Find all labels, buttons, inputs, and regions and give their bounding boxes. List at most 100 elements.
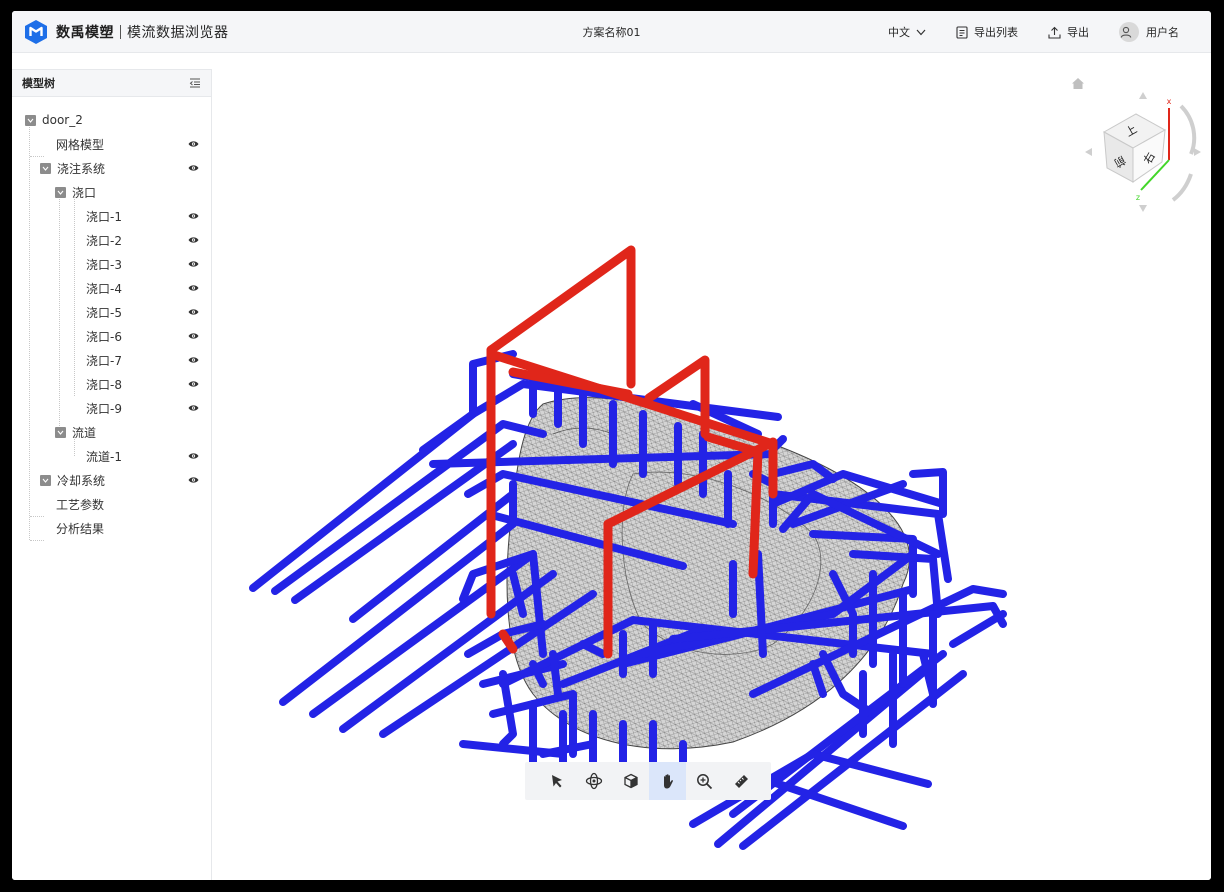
tree-node-label: door_2 <box>42 113 83 127</box>
tree-node-analysis-results[interactable]: 分析结果 <box>12 516 211 540</box>
visibility-eye-icon[interactable] <box>188 259 199 269</box>
collapse-toggle-icon[interactable] <box>40 474 51 486</box>
user-menu[interactable]: 用户名 <box>1119 22 1179 42</box>
rotate-down-arrow-icon[interactable] <box>1139 205 1147 212</box>
header-actions: 中文 导出列表 导出 用户名 <box>858 11 1179 53</box>
rotate-right-arrow-icon[interactable] <box>1194 148 1201 156</box>
collapse-toggle-icon[interactable] <box>25 114 36 126</box>
select-tool-button[interactable] <box>538 762 575 800</box>
tree-node-gate[interactable]: 浇口-6 <box>12 324 211 348</box>
visibility-eye-icon[interactable] <box>188 283 199 293</box>
language-selector[interactable]: 中文 <box>888 24 926 40</box>
cursor-arrow-icon <box>551 775 562 788</box>
brand: 数禹模塑 模流数据浏览器 <box>24 19 229 45</box>
model-tree-panel: 模型树 door_2 网格模型 浇注系统 浇口 浇口-1 浇口-2 浇口-3 浇… <box>12 69 212 880</box>
tree-node-label: 浇口-1 <box>86 209 122 224</box>
pan-tool-button[interactable] <box>649 762 686 800</box>
tree-node-runner-1[interactable]: 流道-1 <box>12 444 211 468</box>
tree-node-gate[interactable]: 浇口-5 <box>12 300 211 324</box>
tree-node-runner-group[interactable]: 流道 <box>12 420 211 444</box>
visibility-eye-icon[interactable] <box>188 235 199 245</box>
visibility-eye-icon[interactable] <box>188 139 199 149</box>
visibility-eye-icon[interactable] <box>188 379 199 389</box>
ruler-measure-icon <box>735 774 748 788</box>
tree-node-label: 浇口-9 <box>86 401 122 416</box>
3d-viewport[interactable]: 上 前 右 x z <box>213 54 1211 880</box>
mold-model-render[interactable] <box>213 54 1211 880</box>
project-name: 方案名称01 <box>582 26 641 39</box>
collapse-toggle-icon[interactable] <box>55 426 66 438</box>
language-label: 中文 <box>888 26 910 39</box>
tree-node-mesh-model[interactable]: 网格模型 <box>12 132 211 156</box>
export-label: 导出 <box>1067 26 1089 39</box>
tree-node-gate[interactable]: 浇口-2 <box>12 228 211 252</box>
tree-node-gate[interactable]: 浇口-4 <box>12 276 211 300</box>
z-axis-label: z <box>1136 193 1140 202</box>
tree-node-cooling-system[interactable]: 冷却系统 <box>12 468 211 492</box>
chevron-down-icon <box>916 29 926 35</box>
brand-separator <box>120 25 121 39</box>
gate-list: 浇口-1 浇口-2 浇口-3 浇口-4 浇口-5 浇口-6 浇口-7 浇口-8 浇口-9 <box>12 204 211 420</box>
export-list-button[interactable]: 导出列表 <box>956 24 1018 40</box>
tree-node-gate[interactable]: 浇口-7 <box>12 348 211 372</box>
view-navigation-cube[interactable]: 上 前 右 x z <box>1073 82 1203 222</box>
cube-icon <box>623 773 638 789</box>
model-tree-title: 模型树 <box>22 77 55 90</box>
rotate-up-arrow-icon[interactable] <box>1139 92 1147 99</box>
tree-guide <box>30 540 44 541</box>
visibility-eye-icon[interactable] <box>188 331 199 341</box>
viewer-toolbar <box>525 762 771 800</box>
zoom-tool-button[interactable] <box>686 762 723 800</box>
app-title: 模流数据浏览器 <box>127 25 229 41</box>
view-cube-tool-button[interactable] <box>612 762 649 800</box>
visibility-eye-icon[interactable] <box>188 451 199 461</box>
tree-node-label: 冷却系统 <box>57 473 106 488</box>
tree-node-gate[interactable]: 浇口-1 <box>12 204 211 228</box>
tree-node-label: 浇口-8 <box>86 377 122 392</box>
tree-node-label: 工艺参数 <box>56 497 105 512</box>
collapse-toggle-icon[interactable] <box>55 186 66 198</box>
tree-node-label: 浇注系统 <box>57 161 106 176</box>
tree-node-gating-system[interactable]: 浇注系统 <box>12 156 211 180</box>
cooling-pipe <box>754 550 767 658</box>
tree-node-label: 浇口-7 <box>86 353 122 368</box>
cube-faces[interactable] <box>1102 113 1167 183</box>
tree-node-label: 浇口-5 <box>86 305 122 320</box>
username: 用户名 <box>1146 26 1179 39</box>
tree-node-gate[interactable]: 浇口-3 <box>12 252 211 276</box>
orbit-ring-icon[interactable] <box>1171 173 1193 202</box>
tree-node-label: 浇口-4 <box>86 281 122 296</box>
collapse-toggle-icon[interactable] <box>40 162 51 174</box>
visibility-eye-icon[interactable] <box>188 307 199 317</box>
measure-tool-button[interactable] <box>723 762 760 800</box>
visibility-eye-icon[interactable] <box>188 475 199 485</box>
tree-node-gate[interactable]: 浇口-8 <box>12 372 211 396</box>
visibility-eye-icon[interactable] <box>188 211 199 221</box>
cooling-pipe <box>949 610 1007 648</box>
tree-node-label: 浇口-2 <box>86 233 122 248</box>
tree-node-gate-group[interactable]: 浇口 <box>12 180 211 204</box>
cooling-pipe <box>549 650 562 698</box>
visibility-eye-icon[interactable] <box>188 355 199 365</box>
upload-icon <box>1048 26 1061 39</box>
tree-node-root[interactable]: door_2 <box>12 108 211 132</box>
orbit-ring-icon[interactable] <box>1179 104 1197 155</box>
collapse-panel-icon[interactable] <box>189 78 201 88</box>
list-document-icon <box>956 25 968 39</box>
tree-node-label: 浇口-6 <box>86 329 122 344</box>
tree-node-label: 浇口-3 <box>86 257 122 272</box>
tree-node-process-params[interactable]: 工艺参数 <box>12 492 211 516</box>
tree-node-label: 流道-1 <box>86 449 122 464</box>
brand-logo-icon <box>25 20 47 44</box>
visibility-eye-icon[interactable] <box>188 403 199 413</box>
tree-node-label: 网格模型 <box>56 137 105 152</box>
export-button[interactable]: 导出 <box>1048 24 1089 40</box>
visibility-eye-icon[interactable] <box>188 163 199 173</box>
zoom-in-icon <box>697 773 713 789</box>
user-icon <box>1120 26 1132 38</box>
rotate-left-arrow-icon[interactable] <box>1085 148 1092 156</box>
rotate-tool-button[interactable] <box>575 762 612 800</box>
avatar <box>1119 22 1139 42</box>
cooling-pipe <box>539 740 597 758</box>
tree-node-gate[interactable]: 浇口-9 <box>12 396 211 420</box>
